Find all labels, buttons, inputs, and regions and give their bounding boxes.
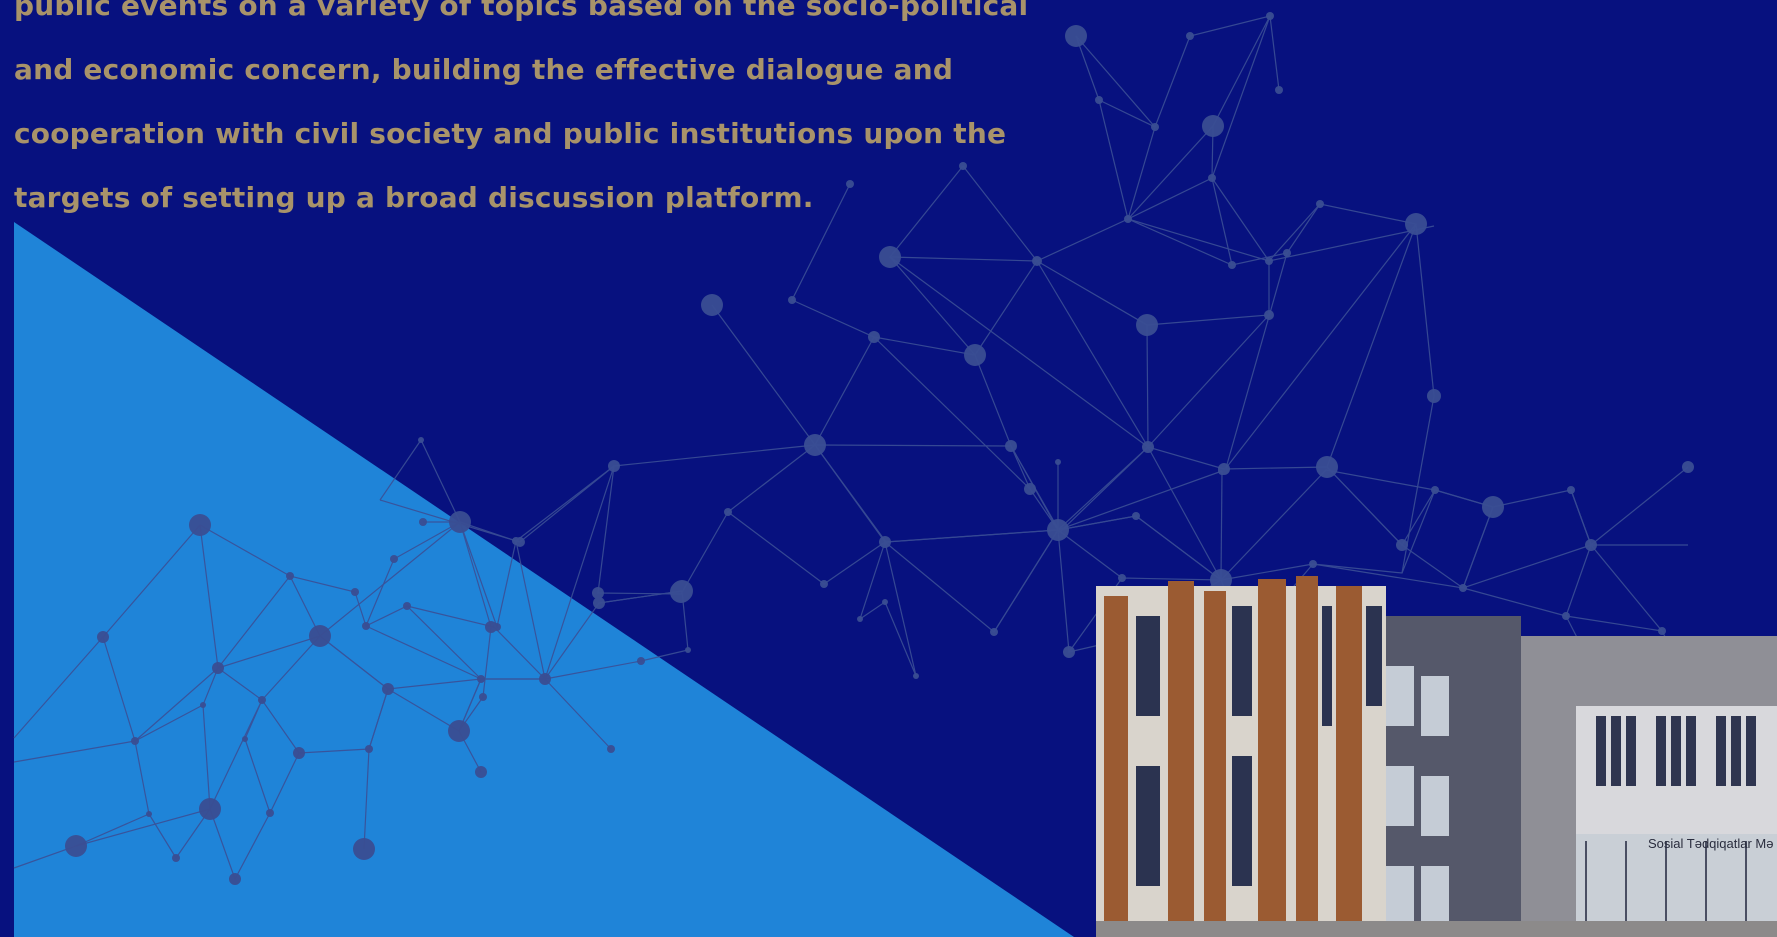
intro-line-2: and economic concern, building the effec… bbox=[14, 53, 954, 86]
intro-line-4: targets of setting up a broad discussion… bbox=[14, 181, 814, 214]
intro-paragraph: public events on a variety of topics bas… bbox=[14, 0, 1054, 230]
intro-line-1: public events on a variety of topics bas… bbox=[14, 0, 1029, 22]
intro-line-3: cooperation with civil society and publi… bbox=[14, 117, 1007, 150]
building-sign: Sosial Tədqiqatlar Mə bbox=[1648, 836, 1774, 851]
building-illustration bbox=[1096, 576, 1777, 937]
